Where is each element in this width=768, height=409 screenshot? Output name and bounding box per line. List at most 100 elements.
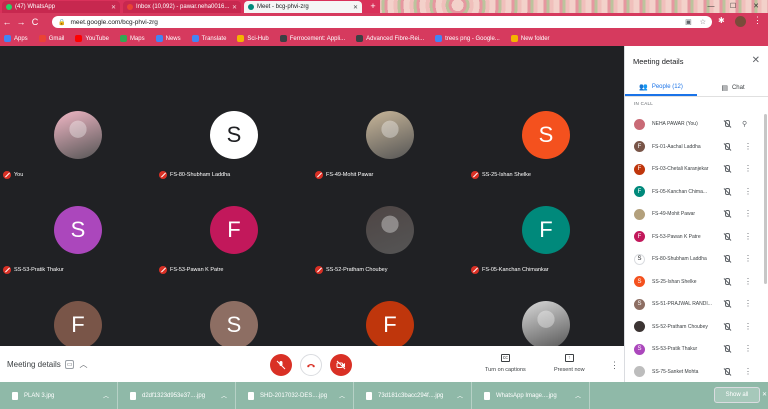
participant-tile[interactable]: You bbox=[0, 91, 156, 191]
forward-button[interactable]: → bbox=[14, 17, 28, 27]
close-tab-icon[interactable]: ✕ bbox=[111, 4, 116, 11]
camera-toggle-button[interactable] bbox=[330, 354, 352, 376]
avatar: S bbox=[634, 276, 645, 287]
tab-whatsapp[interactable]: (47) WhatsApp ✕ bbox=[2, 1, 120, 13]
bookmark-label: Sci-Hub bbox=[247, 35, 269, 42]
present-now-button[interactable]: ↑ Present now bbox=[554, 354, 585, 373]
participant-tile[interactable]: S FS-80-Shubham Laddha bbox=[156, 91, 312, 191]
more-options-icon[interactable]: ⋮ bbox=[744, 345, 752, 353]
participant-row[interactable]: S FS-80-Shubham Laddha ⋮ bbox=[625, 252, 768, 266]
participant-row[interactable]: FS-49-Mohit Pawar ⋮ bbox=[625, 207, 768, 221]
participant-tile[interactable]: S SS-53-Pratik Thakur bbox=[0, 186, 156, 286]
url-bar[interactable]: 🔒 meet.google.com/bcg-phvi-zrg ▣ ☆ bbox=[52, 16, 712, 28]
chevron-up-icon[interactable]: ︿ bbox=[339, 391, 345, 400]
mic-toggle-button[interactable] bbox=[270, 354, 292, 376]
download-item[interactable]: PLAN 3.jpg ︿ bbox=[0, 382, 118, 409]
participant-row[interactable]: S SS-51-PRAJWAL RANDI... ⋮ bbox=[625, 297, 768, 311]
bookmark-new-folder[interactable]: New folder bbox=[510, 35, 550, 42]
bookmark-translate[interactable]: Translate bbox=[191, 35, 226, 42]
avatar: F bbox=[634, 163, 645, 175]
participant-name: You bbox=[14, 172, 24, 178]
captions-button[interactable]: cc Turn on captions bbox=[485, 354, 526, 373]
bookmark-youtube[interactable]: YouTube bbox=[75, 35, 109, 42]
mic-off-icon bbox=[3, 171, 11, 179]
bookmark-trees[interactable]: trees png - Google... bbox=[435, 35, 500, 42]
participant-row[interactable]: S SS-53-Pratik Thakur ⋮ bbox=[625, 342, 768, 356]
more-options-icon[interactable]: ⋮ bbox=[744, 187, 752, 196]
more-options-icon[interactable]: ⋮ bbox=[744, 367, 752, 376]
download-item[interactable]: SHD-2017032-DES....jpg ︿ bbox=[236, 382, 354, 409]
close-tab-icon[interactable]: ✕ bbox=[232, 4, 237, 11]
participant-row[interactable]: F FS-53-Pawan K Patre ⋮ bbox=[625, 230, 768, 244]
tab-gmail[interactable]: Inbox (10,092) - pawar.neha0016... ✕ bbox=[123, 1, 241, 13]
camera-indicator-icon[interactable]: ▣ bbox=[685, 18, 692, 26]
panel-scrollbar[interactable] bbox=[764, 114, 767, 284]
close-panel-button[interactable]: ✕ bbox=[752, 55, 760, 66]
extensions-icon[interactable]: ✱ bbox=[718, 16, 725, 25]
bookmark-ferrocement[interactable]: Ferrocement: Appli... bbox=[279, 35, 345, 42]
chat-icon: ▤ bbox=[721, 85, 728, 92]
camera-off-icon bbox=[336, 360, 346, 370]
download-item[interactable]: WhatsApp Image....jpg ︿ bbox=[472, 382, 590, 409]
participant-tile[interactable]: S SS-25-Ishan Shelke bbox=[468, 91, 624, 191]
participant-row[interactable]: F FS-01-Aachal Laddha ⋮ bbox=[625, 140, 768, 154]
download-item[interactable]: d2df1323d953e37....jpg ︿ bbox=[118, 382, 236, 409]
show-all-button[interactable]: Show all bbox=[714, 387, 760, 403]
participant-row[interactable]: F FS-03-Chetali Karanjekar ⋮ bbox=[625, 162, 768, 176]
tab-meet[interactable]: Meet - bcg-phvi-zrg ✕ bbox=[244, 1, 362, 13]
avatar: F bbox=[210, 206, 258, 254]
more-options-icon[interactable]: ⋮ bbox=[744, 210, 752, 218]
participant-row[interactable]: SS-75-Sanket Mohta ⋮ bbox=[625, 365, 768, 379]
tab-chat[interactable]: ▤ Chat bbox=[697, 80, 768, 96]
caption-icon: ▭ bbox=[64, 360, 75, 369]
more-options-icon[interactable]: ⋮ bbox=[744, 277, 752, 286]
participant-tile[interactable]: FS-49-Mohit Pawar bbox=[312, 91, 468, 191]
participant-row[interactable]: NEHA PAWAR (You) ⚲ bbox=[625, 117, 768, 131]
leave-call-button[interactable] bbox=[300, 354, 322, 376]
bookmark-scihub[interactable]: Sci-Hub bbox=[237, 35, 269, 42]
close-shelf-icon[interactable]: ✕ bbox=[762, 391, 767, 398]
minimize-button[interactable]: — bbox=[700, 0, 722, 13]
more-options-icon[interactable]: ⋮ bbox=[610, 360, 619, 371]
participant-tile[interactable]: F FS-53-Pawan K Patre bbox=[156, 186, 312, 286]
back-button[interactable]: ← bbox=[0, 17, 14, 27]
more-options-icon[interactable]: ⋮ bbox=[744, 255, 752, 263]
meeting-details-toggle[interactable]: Meeting details ▭ ︿ bbox=[7, 359, 87, 370]
pin-icon[interactable]: ⚲ bbox=[742, 120, 747, 128]
participant-name: FS-49-Mohit Pawar bbox=[326, 172, 374, 178]
more-options-icon[interactable]: ⋮ bbox=[744, 142, 752, 151]
new-tab-button[interactable]: + bbox=[368, 1, 378, 11]
google-icon bbox=[435, 35, 443, 42]
chevron-up-icon[interactable]: ︿ bbox=[103, 391, 109, 400]
close-window-button[interactable]: ✕ bbox=[745, 0, 767, 13]
download-item[interactable]: 73d181c3bacc294f....jpg ︿ bbox=[354, 382, 472, 409]
chevron-up-icon[interactable]: ︿ bbox=[221, 391, 227, 400]
youtube-icon bbox=[75, 35, 83, 42]
participant-row[interactable]: SS-52-Pratham Choubey ⋮ bbox=[625, 320, 768, 334]
star-icon[interactable]: ☆ bbox=[700, 18, 706, 26]
more-options-icon[interactable]: ⋮ bbox=[744, 322, 752, 331]
maximize-button[interactable]: ☐ bbox=[722, 0, 744, 13]
menu-icon[interactable]: ⋮ bbox=[753, 15, 762, 26]
participant-tile[interactable]: SS-52-Pratham Choubey bbox=[312, 186, 468, 286]
participant-row[interactable]: F FS-05-Kanchan Chima... ⋮ bbox=[625, 185, 768, 199]
avatar[interactable] bbox=[735, 16, 746, 27]
reload-button[interactable]: C bbox=[28, 17, 42, 27]
close-tab-icon[interactable]: ✕ bbox=[353, 4, 358, 11]
more-options-icon[interactable]: ⋮ bbox=[744, 232, 752, 241]
more-options-icon[interactable]: ⋮ bbox=[744, 300, 752, 308]
avatar: S bbox=[634, 343, 645, 355]
bookmark-news[interactable]: News bbox=[155, 35, 181, 42]
bookmark-advanced-fibre[interactable]: Advanced Fibre-Rei... bbox=[356, 35, 424, 42]
chevron-up-icon[interactable]: ︿ bbox=[575, 391, 581, 400]
bookmark-gmail[interactable]: Gmail bbox=[38, 35, 64, 42]
bookmark-maps[interactable]: Maps bbox=[119, 35, 145, 42]
participant-row[interactable]: S SS-25-Ishan Shelke ⋮ bbox=[625, 275, 768, 289]
bookmark-apps[interactable]: Apps bbox=[4, 35, 28, 42]
captions-label: Turn on captions bbox=[485, 367, 526, 373]
more-options-icon[interactable]: ⋮ bbox=[744, 165, 752, 173]
participant-tile[interactable]: F FS-05-Kanchan Chimankar bbox=[468, 186, 624, 286]
participant-name: NEHA PAWAR (You) bbox=[652, 121, 698, 127]
tab-people[interactable]: 👥 People (12) bbox=[625, 80, 697, 96]
chevron-up-icon[interactable]: ︿ bbox=[457, 391, 463, 400]
